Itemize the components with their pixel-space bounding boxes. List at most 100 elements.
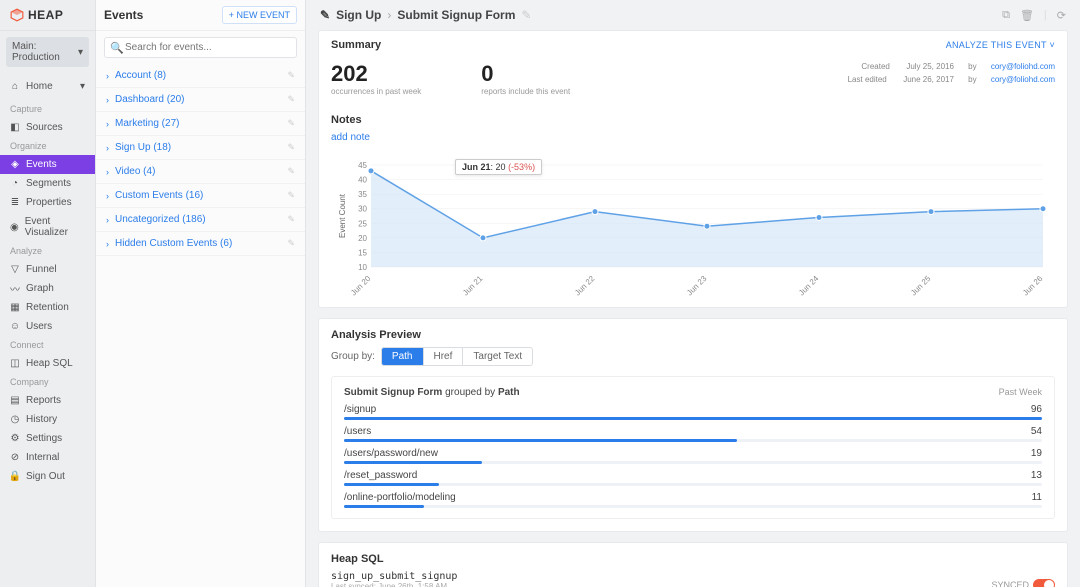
sync-toggle[interactable] [1033,579,1055,587]
groupby-segment-target-text[interactable]: Target Text [463,348,532,365]
logo[interactable]: HEAP [0,0,95,31]
svg-text:20: 20 [358,234,367,243]
calendar-icon: ▦ [10,303,20,313]
event-category-label: Marketing (27) [115,118,287,129]
analysis-row-bar [344,483,1042,486]
analysis-row[interactable]: /reset_password13 [344,470,1042,486]
lock-icon: 🔒 [10,472,20,482]
nav-heading-company: Company [0,373,95,391]
chevron-right-icon: › [106,215,109,225]
nav-item-history[interactable]: ◷History [0,410,95,429]
event-category-row[interactable]: ›Dashboard (20)✎ [96,88,305,112]
svg-text:Jun 21: Jun 21 [461,274,485,297]
clock-icon: ◷ [10,415,20,425]
chevron-down-icon: ▾ [78,47,83,58]
event-category-label: Video (4) [115,166,287,177]
nav-item-settings[interactable]: ⚙Settings [0,429,95,448]
nav-item-reports[interactable]: ▤Reports [0,391,95,410]
refresh-icon[interactable]: ⟳ [1057,9,1066,22]
analysis-row-path: /users [344,426,371,437]
sql-table-name: sign_up_submit_signup [331,571,457,582]
add-note-link[interactable]: add note [319,128,1067,153]
nav-item-segments[interactable]: ◔Segments [0,174,95,193]
svg-text:15: 15 [358,248,367,257]
notes-heading: Notes [319,108,1067,128]
chevron-right-icon: › [106,191,109,201]
analysis-row-value: 54 [1031,426,1042,437]
edit-icon[interactable]: ✎ [287,190,295,201]
analysis-heading: Analysis Preview [319,319,1067,347]
nav-item-properties[interactable]: ≣Properties [0,193,95,212]
edit-icon[interactable]: ✎ [287,142,295,153]
copy-icon[interactable]: ⧉ [1002,9,1010,22]
eye-icon: ◉ [10,222,19,232]
nav-heading-organize: Organize [0,137,95,155]
analysis-row-bar [344,461,1042,464]
analysis-row-value: 19 [1031,448,1042,459]
event-category-row[interactable]: ›Video (4)✎ [96,160,305,184]
nav-item-retention[interactable]: ▦Retention [0,298,95,317]
svg-text:25: 25 [358,219,367,228]
nav-item-users[interactable]: ☺Users [0,317,95,336]
tag-icon: ◈ [10,160,20,170]
analyze-event-link[interactable]: ANALYZE THIS EVENT ˅ [946,40,1055,50]
event-category-label: Hidden Custom Events (6) [115,238,287,249]
nav-heading-connect: Connect [0,336,95,354]
nav-item-signout[interactable]: 🔒Sign Out [0,467,95,486]
nav-item-events[interactable]: ◈Events [0,155,95,174]
groupby-label: Group by: [331,351,375,362]
edit-icon[interactable]: ✎ [287,94,295,105]
svg-text:Jun 23: Jun 23 [685,274,709,297]
events-panel: Events + NEW EVENT 🔍 ›Account (8)✎›Dashb… [96,0,306,587]
nav-item-internal[interactable]: ⊘Internal [0,448,95,467]
event-category-row[interactable]: ›Uncategorized (186)✎ [96,208,305,232]
chevron-right-icon: › [106,239,109,249]
doc-icon: ▤ [10,396,20,406]
main-content: ✎ Sign Up › Submit Signup Form ✎ ⧉ 🗑 | ⟳… [306,0,1080,587]
trash-icon[interactable]: 🗑 [1020,9,1034,22]
svg-text:Jun 25: Jun 25 [909,274,933,297]
nav-item-sources[interactable]: ◧Sources [0,118,95,137]
edit-icon[interactable]: ✎ [287,166,295,177]
nav-item-funnel[interactable]: ▽Funnel [0,260,95,279]
analysis-row-bar [344,505,1042,508]
breadcrumb-parent[interactable]: Sign Up [336,8,381,22]
source-icon: ◧ [10,123,20,133]
svg-text:Jun 22: Jun 22 [573,274,597,297]
edit-icon[interactable]: ✎ [287,238,295,249]
svg-text:Event Count: Event Count [338,193,347,238]
nav-item-home[interactable]: ⌂ Home ▾ [0,77,95,96]
event-category-row[interactable]: ›Account (8)✎ [96,64,305,88]
edit-icon[interactable]: ✎ [287,118,295,129]
stat-reports: 0 reports include this event [481,61,570,96]
nav-item-event-visualizer[interactable]: ◉Event Visualizer [0,212,95,242]
groupby-segment-path[interactable]: Path [382,348,424,365]
event-category-row[interactable]: › Hidden Custom Events (6)✎ [96,232,305,256]
events-search-input[interactable] [104,37,297,58]
analysis-row-bar [344,439,1042,442]
nav-heading-capture: Capture [0,100,95,118]
edit-icon[interactable]: ✎ [521,8,531,22]
summary-heading: Summary [331,39,381,51]
edit-icon[interactable]: ✎ [287,70,295,81]
analysis-row[interactable]: /signup96 [344,404,1042,420]
gear-icon: ⚙ [10,434,20,444]
funnel-icon: ▽ [10,265,20,275]
analysis-row[interactable]: /online-portfolio/modeling11 [344,492,1042,508]
nav-item-heap-sql[interactable]: ◫Heap SQL [0,354,95,373]
svg-text:40: 40 [358,176,367,185]
event-category-row[interactable]: ›Sign Up (18)✎ [96,136,305,160]
analysis-row[interactable]: /users/password/new19 [344,448,1042,464]
event-category-row[interactable]: ›Marketing (27)✎ [96,112,305,136]
graph-icon: 〰 [10,284,20,294]
groupby-segment-href[interactable]: Href [424,348,464,365]
event-count-chart: 1015202530354045Event CountJun 20Jun 21J… [319,153,1067,307]
environment-selector[interactable]: Main: Production ▾ [6,37,89,67]
new-event-button[interactable]: + NEW EVENT [222,6,297,24]
analysis-row[interactable]: /users 54 [344,426,1042,442]
users-icon: ☺ [10,322,20,332]
analysis-card: Analysis Preview Group by: PathHrefTarge… [318,318,1068,532]
event-category-row[interactable]: ›Custom Events (16)✎ [96,184,305,208]
nav-item-graph[interactable]: 〰Graph [0,279,95,298]
edit-icon[interactable]: ✎ [287,214,295,225]
